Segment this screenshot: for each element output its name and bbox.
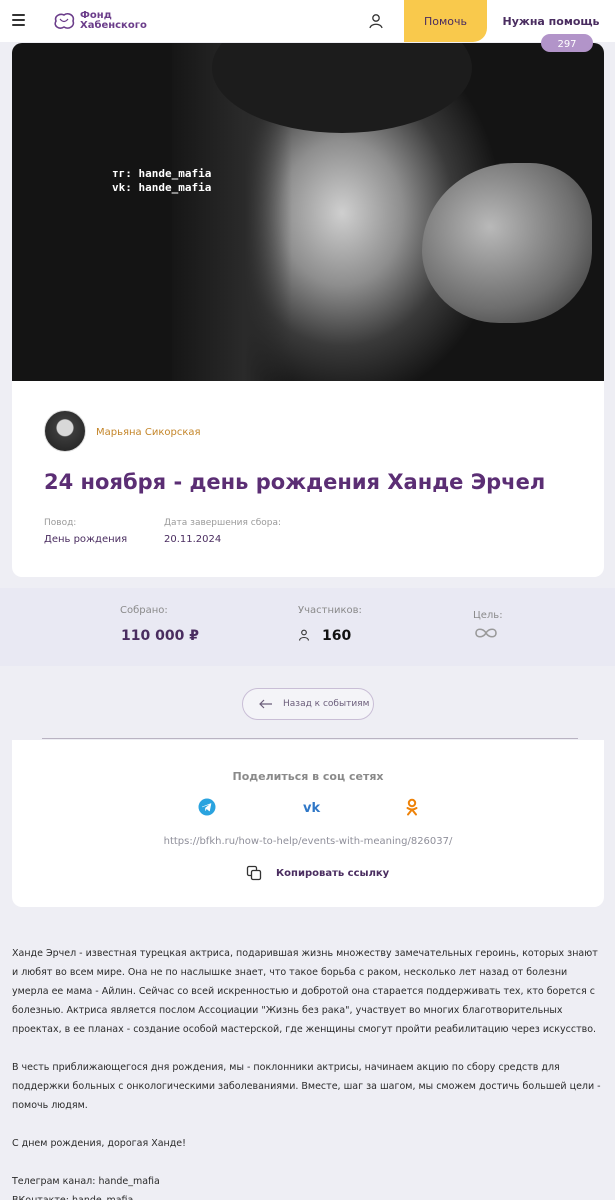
back-to-events-button[interactable]: Назад к событиям bbox=[242, 688, 374, 720]
views-badge: 297 bbox=[541, 34, 593, 52]
person-icon bbox=[298, 629, 310, 641]
goal-label: Цель: bbox=[473, 610, 503, 621]
svg-text:vk: vk bbox=[303, 801, 320, 816]
avatar[interactable] bbox=[44, 410, 86, 452]
top-header: Фонд Хабенского Помочь Нужна помощь bbox=[0, 0, 615, 42]
arrow-left-icon bbox=[259, 699, 272, 709]
share-title: Поделиться в соц сетях bbox=[232, 770, 384, 783]
page-title: 24 ноября - день рождения Ханде Эрчел bbox=[44, 470, 546, 494]
share-card: Поделиться в соц сетях vk https://bfkh.r… bbox=[12, 740, 604, 907]
views-badge-value: 297 bbox=[557, 39, 577, 50]
description-paragraph-1: Ханде Эрчел - известная турецкая актриса… bbox=[12, 948, 598, 1035]
participants-label: Участников: bbox=[298, 605, 362, 616]
participants-value: 160 bbox=[322, 628, 352, 644]
collected-value: 110 000 ₽ bbox=[121, 628, 199, 644]
divider bbox=[42, 738, 578, 739]
stats-panel: Собрано: 110 000 ₽ Участников: 160 Цель: bbox=[0, 588, 615, 666]
menu-icon[interactable] bbox=[12, 14, 25, 26]
copy-link-button[interactable]: Копировать ссылку bbox=[246, 865, 389, 881]
help-button[interactable]: Помочь bbox=[404, 0, 487, 42]
copy-link-label: Копировать ссылку bbox=[276, 867, 390, 879]
event-info-card: Марьяна Сикорская 24 ноября - день рожде… bbox=[12, 381, 604, 577]
logo-line-2: Хабенского bbox=[80, 20, 147, 31]
back-to-events-label: Назад к событиям bbox=[283, 699, 370, 709]
vk-icon[interactable]: vk bbox=[302, 798, 324, 816]
telegram-icon[interactable] bbox=[198, 798, 216, 816]
infinity-icon bbox=[475, 628, 497, 638]
odnoklassniki-icon[interactable] bbox=[404, 798, 420, 816]
end-date-value: 20.11.2024 bbox=[164, 534, 222, 545]
description-vk: ВКонтакте: hande_mafia bbox=[12, 1191, 604, 1200]
event-photo: тг: hande_mafia vk: hande_mafia bbox=[12, 43, 604, 381]
reason-value: День рождения bbox=[44, 534, 128, 545]
description-paragraph-2: В честь приближающегося дня рождения, мы… bbox=[12, 1062, 601, 1111]
share-url[interactable]: https://bfkh.ru/how-to-help/events-with-… bbox=[12, 836, 604, 847]
collected-label: Собрано: bbox=[120, 605, 168, 616]
logo-icon bbox=[54, 13, 75, 29]
event-description: Ханде Эрчел - известная турецкая актриса… bbox=[12, 944, 604, 1200]
description-paragraph-3: С днем рождения, дорогая Ханде! bbox=[12, 1138, 186, 1149]
end-date-label: Дата завершения сбора: bbox=[164, 518, 282, 528]
author-name[interactable]: Марьяна Сикорская bbox=[96, 427, 201, 438]
photo-caption-telegram: тг: hande_mafia bbox=[112, 167, 212, 180]
photo-caption: тг: hande_mafia vk: hande_mafia bbox=[112, 167, 211, 195]
site-logo[interactable]: Фонд Хабенского bbox=[52, 11, 147, 31]
copy-icon bbox=[246, 865, 262, 881]
user-icon[interactable] bbox=[368, 13, 384, 29]
photo-caption-vk: vk: hande_mafia bbox=[112, 181, 212, 194]
description-telegram: Телеграм канал: hande_mafia bbox=[12, 1176, 160, 1187]
reason-label: Повод: bbox=[44, 518, 77, 528]
